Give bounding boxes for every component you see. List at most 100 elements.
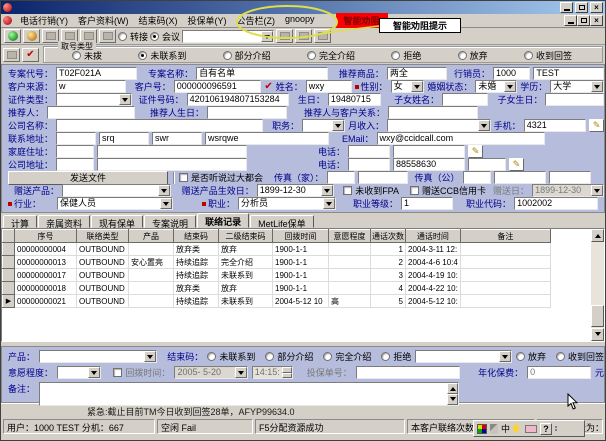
column-header[interactable]: 联络类型 [77,230,129,243]
column-header[interactable]: 序号 [15,230,77,243]
mdi-restore-button[interactable] [577,15,590,26]
table-row[interactable]: 00000000017OUTBOUND持续追踪未联系到1900-1-132004… [3,269,551,282]
table-row[interactable]: 00000000018OUTBOUND放弃类放弃1900-1-142004-4-… [3,282,551,295]
customer-no-input[interactable]: 000000096591 [174,80,262,93]
ime-brush-icon[interactable] [490,424,498,434]
fpa-checkbox[interactable]: 未收到FPA [343,184,399,197]
company-input[interactable] [56,119,263,132]
source-input[interactable]: w [56,80,126,93]
dial-button[interactable] [4,29,21,43]
policy-no-input[interactable] [356,366,460,379]
ime-grip-handle[interactable] [555,426,557,431]
agent2-button[interactable] [99,29,116,43]
gift-combo[interactable] [62,184,171,197]
tab[interactable]: 现有保单 [91,215,143,228]
ime-logo-icon[interactable] [477,424,487,434]
verify-check-icon[interactable]: ✔ [264,81,272,92]
hangup-button[interactable] [23,29,40,43]
fax-office-input-3[interactable] [549,171,591,184]
mdi-close-button[interactable]: × [590,15,603,26]
occ-level-input[interactable]: 1 [401,197,453,210]
company-addr-input-1[interactable] [56,158,94,171]
play-button[interactable] [3,48,20,62]
agent-name-input[interactable]: TEST [533,67,604,80]
scroll-up-icon[interactable] [591,229,604,242]
heard-checkbox[interactable]: 是否听说过大都会 [179,171,263,184]
contact-addr-input-1[interactable] [56,132,96,145]
ime-mode-indicator[interactable]: 中 [501,422,510,435]
email-input[interactable]: wxy@ccidcall.com [377,132,545,145]
marriage-combo[interactable]: 未婚 [475,80,517,93]
edit-phone-home-button[interactable]: ✎ [468,145,483,158]
table-row[interactable]: 00000000013OUTBOUND安心置亮持续追踪完全介绍1900-1-12… [3,256,551,269]
company-addr-input-2[interactable] [97,158,247,171]
willing-combo[interactable] [57,366,101,379]
editor-product-combo[interactable] [39,350,157,363]
endcode-option[interactable]: 未联系到 [207,350,255,363]
chevron-down-icon[interactable] [321,185,333,196]
forward-button[interactable] [276,29,293,43]
contact-addr-input-3[interactable]: swr [152,132,202,145]
home-addr-input-2[interactable] [97,145,247,158]
premium-input[interactable]: 0 [527,366,591,379]
menu-item[interactable]: gnoopy [280,13,320,28]
industry-combo[interactable]: 保健人员 [57,197,173,210]
minimize-button[interactable] [560,2,573,13]
reject-reason-combo[interactable] [415,350,512,363]
column-header[interactable]: 结束码 [174,230,219,243]
dial-type-option[interactable]: 收到回签 [524,49,572,62]
job-combo[interactable] [302,119,345,132]
menu-item[interactable]: 投保单(Y) [183,13,232,28]
restore-button[interactable] [575,2,588,13]
contact-addr-input-2[interactable]: srq [99,132,149,145]
dial-type-option[interactable]: 拒绝 [391,49,421,62]
ime-toolbar[interactable]: 中 ? [473,420,585,437]
help-button[interactable]: ? [540,423,552,435]
gift-date-combo[interactable]: 1899-12-30 [257,184,334,197]
fax-office-input-2[interactable] [494,171,546,184]
chevron-down-icon[interactable] [411,81,423,92]
tab[interactable]: MetLife保单 [250,215,314,228]
menu-item[interactable]: 客户资料(W) [73,13,134,28]
phone-office-input-2[interactable]: 88558630 [393,158,465,171]
chevron-down-icon[interactable] [478,120,490,131]
column-header[interactable]: 通话时间 [406,230,461,243]
home-button[interactable] [314,29,331,43]
menu-item[interactable]: 公告栏(Z) [232,13,281,28]
agent-id-input[interactable]: 1000 [493,67,530,80]
product-input[interactable]: 两全 [387,67,447,80]
menu-item[interactable]: 结束码(X) [134,13,183,28]
chevron-down-icon[interactable] [332,120,344,131]
close-button[interactable]: × [590,2,603,13]
referrer-rel-input[interactable] [388,106,478,119]
endcode-option[interactable]: 完全介绍 [323,350,371,363]
callback-checkbox[interactable]: 回拨时间： [113,366,170,379]
chevron-down-icon[interactable] [591,81,603,92]
table-row[interactable]: 00000000004OUTBOUND放弃类放弃1900-1-112004-3-… [3,243,551,256]
scroll-down-icon[interactable] [591,328,604,341]
chevron-down-icon[interactable] [160,198,172,209]
next-button[interactable] [295,29,312,43]
transfer-radio[interactable]: 转接 [118,30,148,43]
half-full-width-icon[interactable] [513,424,522,433]
scrollbar-thumb[interactable] [591,305,604,327]
mobile-input[interactable]: 4321 [524,119,587,132]
id-no-input[interactable]: 420106194807153284 [187,93,289,106]
referrer-input[interactable] [47,106,135,119]
fax-home-input-2[interactable] [358,171,408,184]
conference-radio[interactable]: 会议 [150,30,180,43]
dial-type-option[interactable]: 部分介绍 [223,49,271,62]
fax-office-input-1[interactable] [463,171,491,184]
confirm-button[interactable]: ✔ [22,48,39,62]
fax-home-input-1[interactable] [327,171,355,184]
phone-home-input-2[interactable] [393,145,465,158]
chevron-down-icon[interactable] [88,367,100,378]
project-name-input[interactable]: 自有名单 [196,67,328,80]
gender-combo[interactable]: 女 [391,80,425,93]
occupation-combo[interactable]: 分析员 [238,197,336,210]
soft-keyboard-icon[interactable] [525,425,537,433]
birthday-input[interactable]: 19480715 [328,93,381,106]
child-name-input[interactable] [442,93,488,106]
chevron-down-icon[interactable] [144,351,156,362]
chevron-down-icon[interactable] [323,198,335,209]
